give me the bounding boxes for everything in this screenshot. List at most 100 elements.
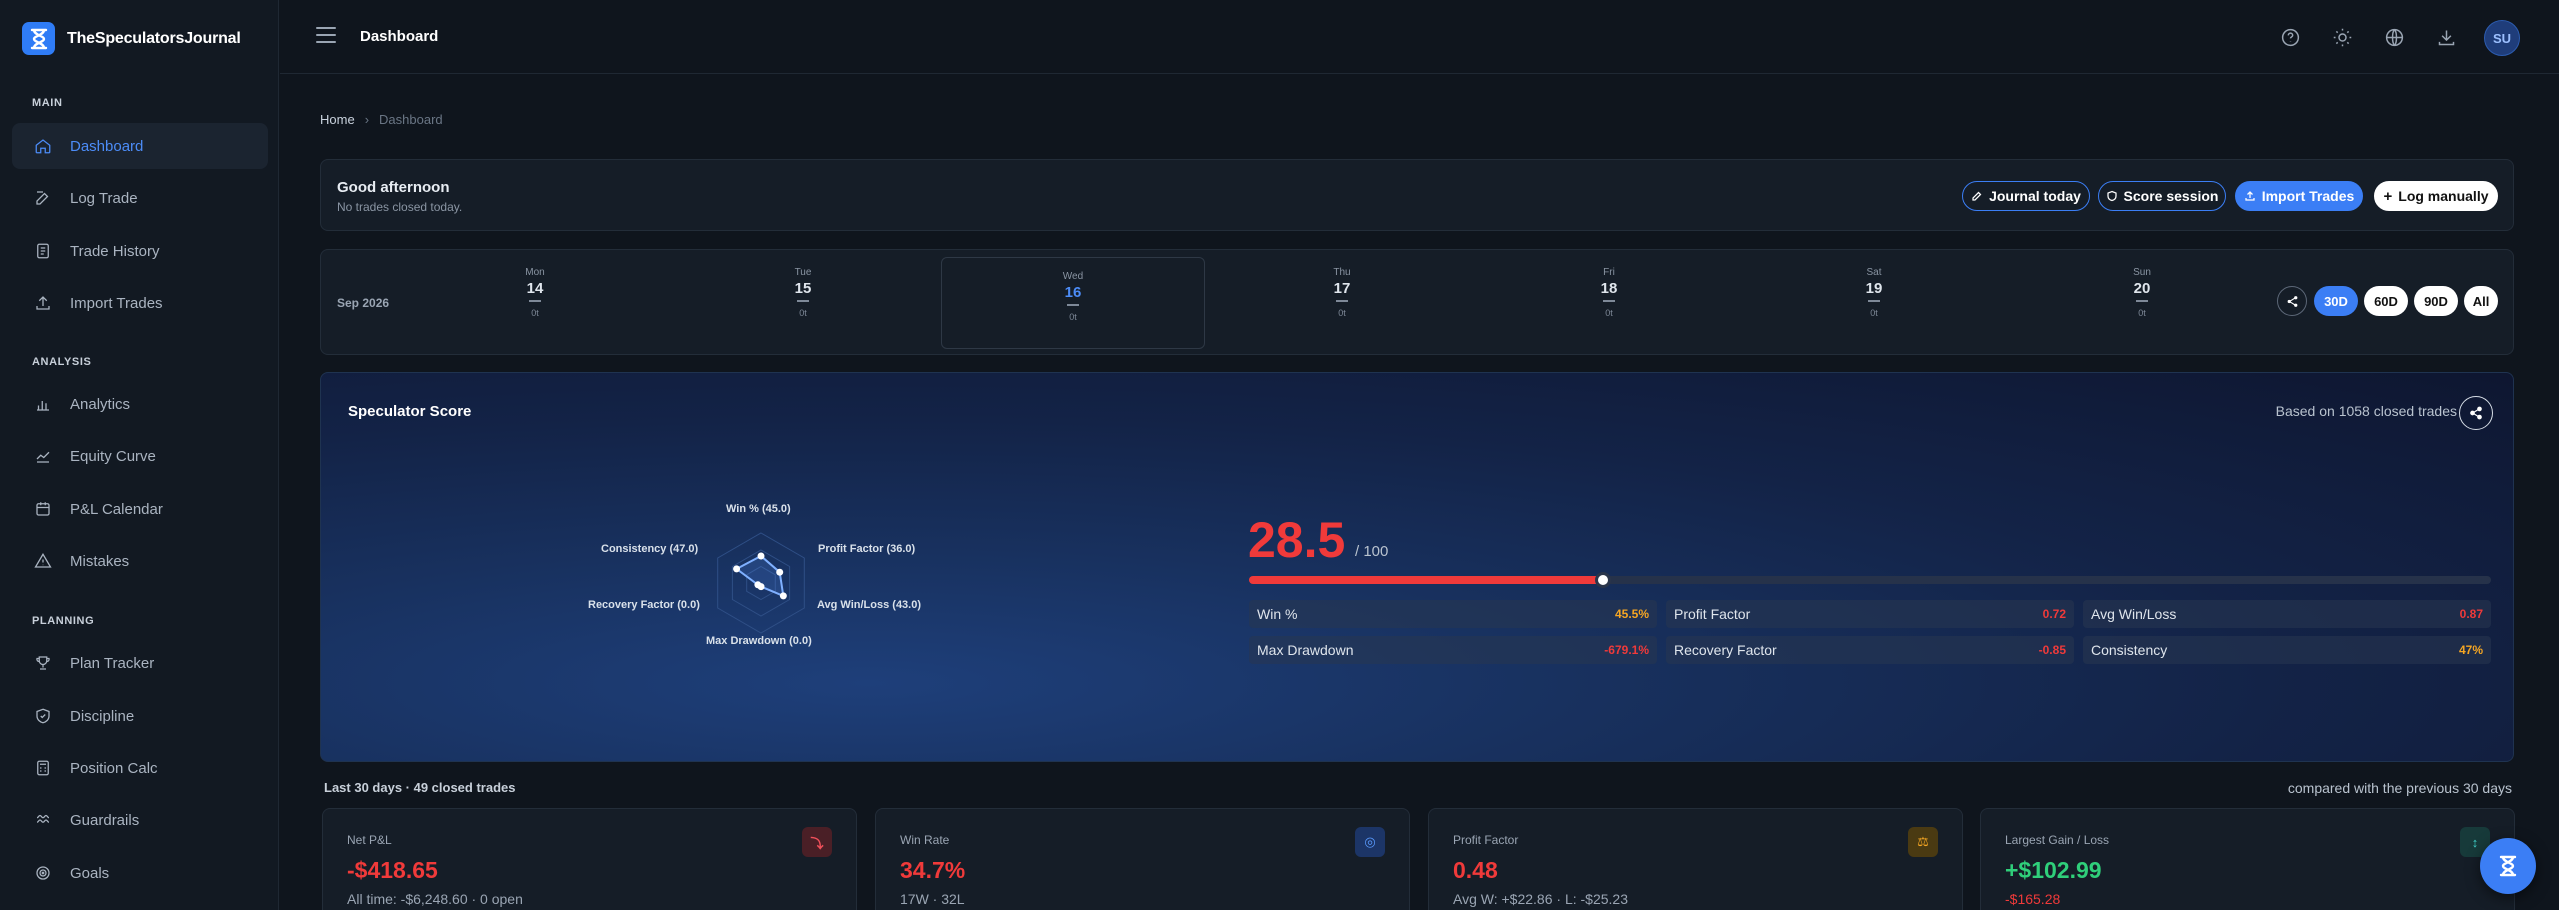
sidebar-item-label: Import Trades	[70, 294, 163, 312]
metric-win-pct: Win % 45.5%	[1249, 600, 1657, 628]
breadcrumb-home[interactable]: Home	[320, 112, 355, 127]
sidebar-item-mistakes[interactable]: Mistakes	[12, 538, 268, 584]
range-all-button[interactable]: All	[2464, 286, 2498, 316]
sidebar-item-label: Discipline	[70, 707, 135, 725]
sidebar-item-log-trade[interactable]: Log Trade	[12, 175, 268, 221]
metric-profit-factor: Profit Factor 0.72	[1666, 600, 2074, 628]
shield-check-icon	[2106, 190, 2117, 202]
day-date: 18	[1600, 280, 1618, 297]
sidebar: TheSpeculatorsJournal MAIN Dashboard Log…	[0, 0, 279, 910]
day-trades: 0t	[2138, 308, 2146, 318]
day-date: 15	[794, 280, 812, 297]
day-thu[interactable]: Thu 17 0t	[1210, 254, 1474, 346]
stat-label: Win Rate	[900, 833, 950, 847]
radar-chart	[717, 532, 805, 634]
sidebar-item-equity-curve[interactable]: Equity Curve	[12, 433, 268, 479]
menu-toggle-icon[interactable]	[316, 27, 336, 45]
stat-value: -$418.65	[347, 857, 438, 883]
sidebar-item-position-calc[interactable]: Position Calc	[12, 745, 268, 791]
pencil-icon	[1972, 191, 1982, 201]
day-wed-selected[interactable]: Wed 16 0t	[941, 257, 1205, 349]
chevron-right-icon: ›	[364, 112, 370, 127]
target-icon	[36, 866, 50, 880]
score-value: 28.5	[1248, 512, 1346, 568]
breadcrumb-current: Dashboard	[379, 112, 443, 127]
range-60d-button[interactable]: 60D	[2364, 286, 2408, 316]
sidebar-item-dashboard[interactable]: Dashboard	[12, 123, 268, 169]
section-planning-heading: PLANNING	[32, 615, 95, 627]
sidebar-item-label: Log Trade	[70, 189, 138, 207]
based-on-text: Based on 1058 closed trades	[2275, 403, 2457, 419]
section-main-heading: MAIN	[32, 97, 63, 109]
theme-sun-icon[interactable]	[2329, 24, 2355, 50]
day-name: Thu	[1333, 267, 1351, 278]
range-30d-button[interactable]: 30D	[2314, 286, 2358, 316]
share-score-button[interactable]	[2459, 396, 2493, 430]
period-summary: Last 30 days · 49 closed trades	[324, 780, 516, 795]
brand[interactable]: TheSpeculatorsJournal	[22, 22, 241, 55]
sidebar-item-guardrails[interactable]: Guardrails	[12, 797, 268, 843]
globe-icon[interactable]	[2381, 24, 2407, 50]
day-sat[interactable]: Sat 19 0t	[1742, 254, 2006, 346]
help-icon[interactable]	[2277, 24, 2303, 50]
stat-card-net-pl: Net P&L -$418.65 All time: -$6,248.60 · …	[322, 808, 857, 910]
score-session-label: Score session	[2123, 188, 2219, 204]
day-date: 14	[526, 280, 544, 297]
day-trades: 0t	[1605, 308, 1613, 318]
score-progress-knob	[1594, 572, 1611, 588]
radar-point	[733, 565, 741, 573]
score-session-button[interactable]: Score session	[2098, 181, 2226, 211]
brand-name: TheSpeculatorsJournal	[67, 29, 241, 47]
radar-label-max-drawdown: Max Drawdown (0.0)	[706, 635, 812, 647]
metric-label: Recovery Factor	[1674, 642, 1777, 658]
greeting-card: Good afternoon No trades closed today. J…	[320, 159, 2514, 231]
day-fri[interactable]: Fri 18 0t	[1477, 254, 1741, 346]
sidebar-item-goals[interactable]: Goals	[12, 850, 268, 896]
day-mon[interactable]: Mon 14 0t	[403, 254, 667, 346]
journal-today-button[interactable]: Journal today	[1962, 181, 2090, 211]
day-trades: 0t	[531, 308, 539, 318]
radar-label-consistency: Consistency (47.0)	[601, 543, 699, 555]
sidebar-item-pl-calendar[interactable]: P&L Calendar	[12, 486, 268, 532]
day-name: Tue	[794, 267, 812, 278]
log-manually-button[interactable]: + Log manually	[2374, 181, 2498, 211]
sidebar-item-discipline[interactable]: Discipline	[12, 693, 268, 739]
radar-label-profit-factor: Profit Factor (36.0)	[818, 543, 916, 555]
avatar[interactable]: SU	[2484, 20, 2520, 56]
sidebar-item-import-trades[interactable]: Import Trades	[12, 280, 268, 326]
day-date: 20	[2133, 280, 2151, 297]
score-progress-fill	[1249, 576, 1603, 584]
page-title: Dashboard	[360, 28, 439, 45]
metric-label: Consistency	[2091, 642, 2168, 658]
calendar-icon	[36, 502, 50, 516]
fab-hourglass-button[interactable]	[2480, 838, 2536, 894]
sidebar-item-label: Mistakes	[70, 552, 130, 570]
range-90d-button[interactable]: 90D	[2414, 286, 2458, 316]
day-name: Wed	[1062, 271, 1084, 282]
download-icon[interactable]	[2433, 24, 2459, 50]
upload-icon	[36, 296, 50, 310]
share-range-button[interactable]	[2277, 286, 2307, 316]
sidebar-item-trade-history[interactable]: Trade History	[12, 228, 268, 274]
target-icon: ◎	[1355, 827, 1385, 857]
bar-chart-icon	[37, 401, 49, 411]
sidebar-item-analytics[interactable]: Analytics	[12, 381, 268, 427]
history-icon	[37, 243, 49, 259]
import-trades-button[interactable]: Import Trades	[2235, 181, 2363, 211]
radar-label-avg-win-loss: Avg Win/Loss (43.0)	[817, 599, 922, 611]
metric-max-drawdown: Max Drawdown -679.1%	[1249, 636, 1657, 664]
week-month: Sep 2026	[337, 296, 390, 310]
stat-value: 34.7%	[900, 857, 966, 883]
day-tue[interactable]: Tue 15 0t	[671, 254, 935, 346]
score-title: Speculator Score	[348, 403, 472, 420]
scale-icon: ⚖	[1908, 827, 1938, 857]
day-date: 17	[1333, 280, 1351, 297]
day-name: Fri	[1603, 267, 1615, 278]
greeting-title: Good afternoon	[337, 179, 450, 196]
sidebar-item-plan-tracker[interactable]: Plan Tracker	[12, 640, 268, 686]
trend-down-icon: ⤵	[802, 827, 832, 857]
share-icon	[2470, 406, 2482, 420]
sidebar-item-label: Plan Tracker	[70, 654, 155, 672]
day-sun[interactable]: Sun 20 0t	[2010, 254, 2274, 346]
plus-icon: +	[2383, 187, 2393, 205]
